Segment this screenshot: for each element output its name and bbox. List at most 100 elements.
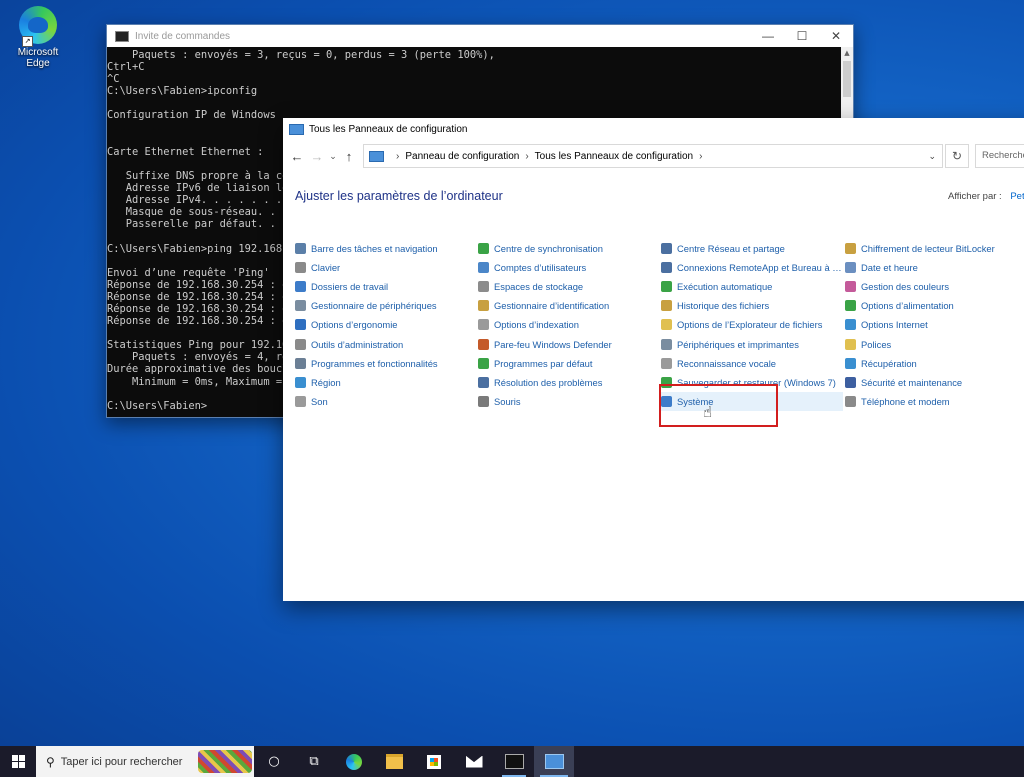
cp-item-icon	[845, 243, 856, 255]
cp-item-securite-et-maintenance[interactable]: Sécurité et maintenance	[845, 373, 1024, 392]
console-line: Ctrl+C	[107, 61, 145, 74]
cp-item-icon	[295, 300, 306, 312]
breadcrumb-item-all-panels[interactable]: Tous les Panneaux de configuration	[535, 151, 693, 162]
cp-item-icon	[478, 376, 489, 388]
cp-item-label: Connexions RemoteApp et Bureau à …	[677, 262, 842, 274]
cp-item-recuperation[interactable]: Récupération	[845, 354, 1024, 373]
cp-item-label: Pare-feu Windows Defender	[494, 338, 612, 350]
cp-item-icon	[295, 338, 306, 350]
desktop-icon-edge[interactable]: ↗ Microsoft Edge	[6, 6, 70, 69]
taskbar-cmd[interactable]	[494, 746, 534, 777]
scroll-thumb[interactable]	[843, 61, 851, 97]
cortana-icon: ○	[268, 754, 280, 769]
cp-item-centre-de-synchronisation[interactable]: Centre de synchronisation	[478, 239, 660, 258]
cp-item-icon	[661, 262, 672, 274]
start-button[interactable]	[0, 746, 36, 777]
cp-item-dossiers-de-travail[interactable]: Dossiers de travail	[295, 277, 477, 296]
cp-item-resolution-des-problemes[interactable]: Résolution des problèmes	[478, 373, 660, 392]
cp-item-execution-automatique[interactable]: Exécution automatique	[661, 277, 843, 296]
taskbar-control-panel[interactable]	[534, 746, 574, 777]
cp-item-icon	[845, 338, 856, 350]
cp-item-label: Gestionnaire de périphériques	[311, 300, 437, 312]
cp-item-options-de-l-explorateur-de-fichiers[interactable]: Options de l’Explorateur de fichiers	[661, 315, 843, 334]
cp-titlebar[interactable]: Tous les Panneaux de configuration	[283, 118, 1024, 140]
back-arrow-icon[interactable]: ←	[287, 149, 307, 164]
cp-item-options-internet[interactable]: Options Internet	[845, 315, 1024, 334]
cp-item-icon	[661, 243, 672, 255]
chevron-down-icon[interactable]: ⌄	[928, 151, 936, 162]
cp-item-barre-des-taches-et-navigation[interactable]: Barre des tâches et navigation	[295, 239, 477, 258]
close-button[interactable]: ✕	[819, 29, 853, 43]
cp-item-options-d-alimentation[interactable]: Options d’alimentation	[845, 296, 1024, 315]
cp-item-icon	[478, 300, 489, 312]
view-by-dropdown[interactable]: Pet	[1010, 191, 1024, 202]
taskbar-file-explorer[interactable]	[374, 746, 414, 777]
cp-item-region[interactable]: Région	[295, 373, 477, 392]
cp-item-icon	[478, 338, 489, 350]
taskbar-mail[interactable]	[454, 746, 494, 777]
cp-item-programmes-et-fonctionnalites[interactable]: Programmes et fonctionnalités	[295, 354, 477, 373]
search-input[interactable]: Recherche	[975, 144, 1024, 168]
breadcrumb[interactable]: › Panneau de configuration › Tous les Pa…	[363, 144, 943, 168]
cp-item-label: Gestionnaire d’identification	[494, 300, 610, 312]
address-bar: ← → ⌄ ↑ › Panneau de configuration › Tou…	[283, 144, 1024, 168]
console-line: C:\Users\Fabien>ipconfig	[107, 85, 258, 98]
cp-item-programmes-par-defaut[interactable]: Programmes par défaut	[478, 354, 660, 373]
cp-item-pare-feu-windows-defender[interactable]: Pare-feu Windows Defender	[478, 334, 660, 353]
minimize-button[interactable]: —	[751, 29, 785, 43]
up-arrow-icon[interactable]: ↑	[339, 149, 359, 164]
cmd-titlebar[interactable]: Invite de commandes — ☐ ✕	[107, 25, 853, 47]
cp-item-chiffrement-de-lecteur-bitlocker[interactable]: Chiffrement de lecteur BitLocker	[845, 239, 1024, 258]
cp-item-date-et-heure[interactable]: Date et heure	[845, 258, 1024, 277]
cp-item-options-d-indexation[interactable]: Options d’indexation	[478, 315, 660, 334]
cp-item-outils-d-administration[interactable]: Outils d’administration	[295, 334, 477, 353]
cp-item-connexions-remoteapp-et-bureau-a[interactable]: Connexions RemoteApp et Bureau à …	[661, 258, 843, 277]
recent-locations-chevron-icon[interactable]: ⌄	[327, 151, 339, 162]
cp-item-icon	[478, 262, 489, 274]
cp-item-souris[interactable]: Souris	[478, 392, 660, 411]
cp-title: Tous les Panneaux de configuration	[309, 123, 468, 135]
cp-item-icon	[478, 319, 489, 331]
control-panel-window[interactable]: Tous les Panneaux de configuration ← → ⌄…	[283, 118, 1024, 601]
taskbar-search-box[interactable]: ⚲ Taper ici pour rechercher	[36, 746, 254, 777]
cp-item-reconnaissance-vocale[interactable]: Reconnaissance vocale	[661, 354, 843, 373]
cp-item-label: Date et heure	[861, 262, 918, 274]
cp-item-label: Outils d’administration	[311, 338, 404, 350]
cortana-button[interactable]: ○	[254, 746, 294, 777]
taskbar-edge[interactable]	[334, 746, 374, 777]
cp-item-gestion-des-couleurs[interactable]: Gestion des couleurs	[845, 277, 1024, 296]
breadcrumb-item-control-panel[interactable]: Panneau de configuration	[405, 151, 519, 162]
cp-item-options-d-ergonomie[interactable]: Options d’ergonomie	[295, 315, 477, 334]
cp-item-polices[interactable]: Polices	[845, 334, 1024, 353]
cp-item-label: Programmes par défaut	[494, 357, 593, 369]
task-view-button[interactable]: ⧉	[294, 746, 334, 777]
cp-item-gestionnaire-de-peripheriques[interactable]: Gestionnaire de périphériques	[295, 296, 477, 315]
control-panel-app-icon	[289, 123, 304, 135]
forward-arrow-icon[interactable]: →	[307, 149, 327, 164]
cp-item-label: Espaces de stockage	[494, 281, 584, 293]
cp-item-espaces-de-stockage[interactable]: Espaces de stockage	[478, 277, 660, 296]
cp-item-telephone-et-modem[interactable]: Téléphone et modem	[845, 392, 1024, 411]
taskbar-store[interactable]	[414, 746, 454, 777]
cp-item-icon	[661, 300, 672, 312]
cp-item-clavier[interactable]: Clavier	[295, 258, 477, 277]
cp-item-label: Options d’indexation	[494, 319, 579, 331]
cp-item-label: Clavier	[311, 262, 341, 274]
cp-item-label: Reconnaissance vocale	[677, 357, 777, 369]
maximize-button[interactable]: ☐	[785, 29, 819, 43]
edge-icon	[346, 753, 362, 770]
chevron-right-icon: ›	[525, 150, 529, 162]
cp-item-icon	[845, 281, 856, 293]
cp-item-icon	[478, 395, 489, 407]
desktop-icon-label: Microsoft Edge	[17, 47, 59, 69]
cp-item-gestionnaire-d-identification[interactable]: Gestionnaire d’identification	[478, 296, 660, 315]
cp-item-label: Périphériques et imprimantes	[677, 338, 799, 350]
scroll-up-arrow-icon[interactable]: ▲	[841, 47, 853, 59]
cp-item-comptes-d-utilisateurs[interactable]: Comptes d’utilisateurs	[478, 258, 660, 277]
cp-item-son[interactable]: Son	[295, 392, 477, 411]
cp-item-peripheriques-et-imprimantes[interactable]: Périphériques et imprimantes	[661, 334, 843, 353]
cp-item-label: Récupération	[861, 357, 917, 369]
refresh-button[interactable]: ↻	[945, 144, 969, 168]
cp-item-centre-reseau-et-partage[interactable]: Centre Réseau et partage	[661, 239, 843, 258]
cp-item-historique-des-fichiers[interactable]: Historique des fichiers	[661, 296, 843, 315]
